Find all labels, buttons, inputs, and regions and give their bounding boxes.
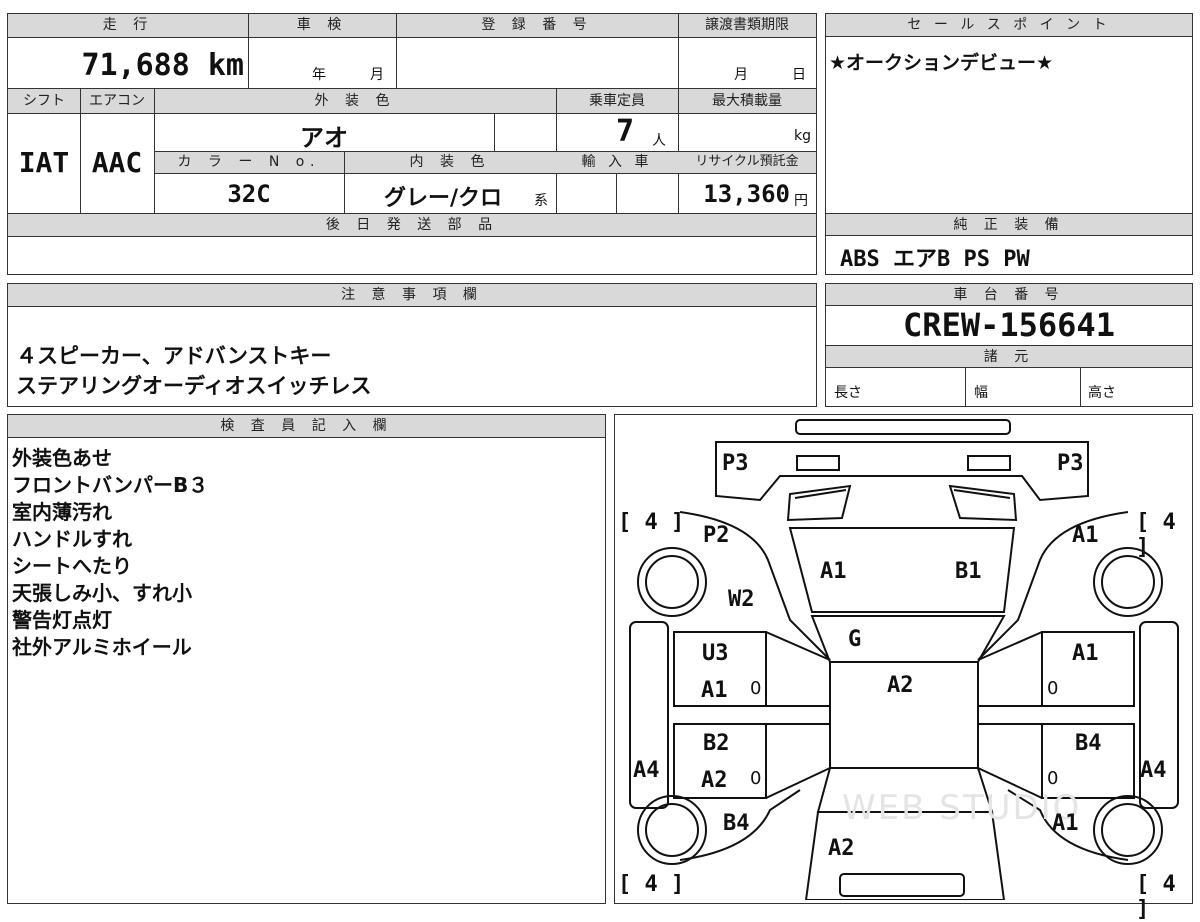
damage-a2-door-rl: A2 bbox=[701, 768, 728, 793]
sales-point-text: ★オークションデビュー★ bbox=[829, 52, 1054, 74]
color-number-label: カ ラ ー N o. bbox=[177, 154, 321, 170]
damage-a1-hood: A1 bbox=[820, 559, 847, 584]
damage-b1-hood: B1 bbox=[955, 559, 982, 584]
equipment-label: 純 正 装 備 bbox=[953, 217, 1065, 233]
inspector-line: 室内薄汚れ bbox=[12, 500, 112, 524]
inspector-line: 天張しみ小、すれ小 bbox=[12, 581, 192, 605]
later-parts-label: 後 日 発 送 部 品 bbox=[325, 217, 499, 233]
capacity-unit: 人 bbox=[652, 133, 666, 149]
damage-a2-rear: A2 bbox=[828, 836, 855, 861]
damage-b4-rear-left: B4 bbox=[723, 811, 750, 836]
shift-value: IAT bbox=[18, 146, 70, 179]
sales-point-label: セ ー ル ス ポ イ ン ト bbox=[907, 17, 1111, 33]
shift-label: シフト bbox=[23, 93, 65, 109]
damage-a4-left: A4 bbox=[633, 758, 660, 783]
aircon-value: AAC bbox=[91, 146, 143, 179]
import-label: 輸 入 車 bbox=[581, 154, 653, 170]
color-number-value: 32C bbox=[227, 180, 271, 208]
shaken-month: 月 bbox=[370, 67, 384, 83]
zero-rl: 0 bbox=[750, 768, 762, 789]
damage-a4-right: A4 bbox=[1140, 758, 1167, 783]
interior-color-label: 内 装 色 bbox=[409, 154, 491, 170]
aircon-label: エアコン bbox=[89, 93, 145, 109]
zero-rr: 0 bbox=[1047, 768, 1059, 789]
chassis-label: 車 台 番 号 bbox=[953, 287, 1065, 303]
recycle-deposit-value: 13,360 bbox=[703, 180, 790, 208]
inspector-line: フロントバンパーB３ bbox=[12, 473, 209, 497]
tire-rear-left: [ 4 ] bbox=[618, 872, 685, 897]
doc-day: 日 bbox=[792, 67, 806, 83]
tire-front-right: [ 4 ] bbox=[1136, 510, 1176, 560]
notes-line-2: ステアリングオーディオスイッチレス bbox=[16, 374, 372, 398]
damage-a1-door-fl: A1 bbox=[701, 678, 728, 703]
capacity-label: 乗車定員 bbox=[589, 93, 645, 109]
damage-p2: P2 bbox=[703, 523, 730, 548]
load-unit: kg bbox=[794, 128, 811, 144]
inspector-line: ハンドルすれ bbox=[12, 527, 132, 551]
mileage-label: 走 行 bbox=[102, 17, 154, 33]
equipment-text: ABS エアB PS PW bbox=[840, 247, 1030, 272]
mileage-value: 71,688 km bbox=[81, 48, 244, 83]
tire-rear-right: [ 4 ] bbox=[1136, 872, 1176, 922]
inspector-line: 社外アルミホイール bbox=[12, 635, 192, 659]
interior-color-unit: 系 bbox=[534, 193, 548, 209]
registration-label: 登 録 番 号 bbox=[481, 17, 593, 33]
shaken-label: 車 検 bbox=[296, 17, 348, 33]
recycle-deposit-label: リサイクル預託金 bbox=[695, 154, 799, 169]
zero-fr: 0 bbox=[1047, 678, 1059, 699]
damage-b4-door-rr: B4 bbox=[1075, 731, 1102, 756]
notes-line-1: ４スピーカー、アドバンストキー bbox=[16, 344, 332, 368]
inspector-line: 警告灯点灯 bbox=[12, 608, 112, 632]
zero-fl: 0 bbox=[750, 678, 762, 699]
inspector-line: 外装色あせ bbox=[12, 446, 112, 470]
spec-height: 高さ bbox=[1088, 385, 1116, 401]
damage-w2: W2 bbox=[728, 587, 755, 612]
shaken-year: 年 bbox=[312, 67, 326, 83]
exterior-color-label: 外 装 色 bbox=[314, 93, 396, 109]
spec-length: 長さ bbox=[834, 385, 862, 401]
capacity-value: 7 bbox=[616, 114, 635, 149]
damage-g-windshield: G bbox=[848, 627, 862, 652]
damage-a2-roof: A2 bbox=[887, 673, 914, 698]
damage-u3: U3 bbox=[702, 641, 729, 666]
tire-front-left: [ 4 ] bbox=[618, 510, 685, 535]
damage-p3-left: P3 bbox=[722, 451, 749, 476]
notes-label: 注 意 事 項 欄 bbox=[341, 287, 483, 303]
damage-p3-right: P3 bbox=[1057, 451, 1084, 476]
spec-label: 諸 元 bbox=[983, 349, 1035, 365]
damage-a1-front-right: A1 bbox=[1072, 523, 1099, 548]
inspector-line: シートへたり bbox=[12, 554, 132, 578]
doc-month: 月 bbox=[734, 67, 748, 83]
exterior-color-value: アオ bbox=[300, 124, 348, 152]
damage-a1-door-fr: A1 bbox=[1072, 641, 1099, 666]
inspector-label: 検 査 員 記 入 欄 bbox=[220, 418, 393, 434]
spec-width: 幅 bbox=[974, 385, 988, 401]
max-load-label: 最大積載量 bbox=[712, 93, 782, 109]
damage-a1-rear-right: A1 bbox=[1052, 811, 1079, 836]
sales-point-box bbox=[825, 13, 1193, 214]
chassis-value: CREW-156641 bbox=[903, 306, 1115, 344]
document-deadline-label: 譲渡書類期限 bbox=[705, 17, 789, 33]
watermark: WEB STUDIO bbox=[842, 788, 1082, 828]
interior-color-value: グレー/クロ bbox=[384, 186, 503, 211]
recycle-deposit-unit: 円 bbox=[794, 193, 808, 209]
damage-b2: B2 bbox=[703, 731, 730, 756]
